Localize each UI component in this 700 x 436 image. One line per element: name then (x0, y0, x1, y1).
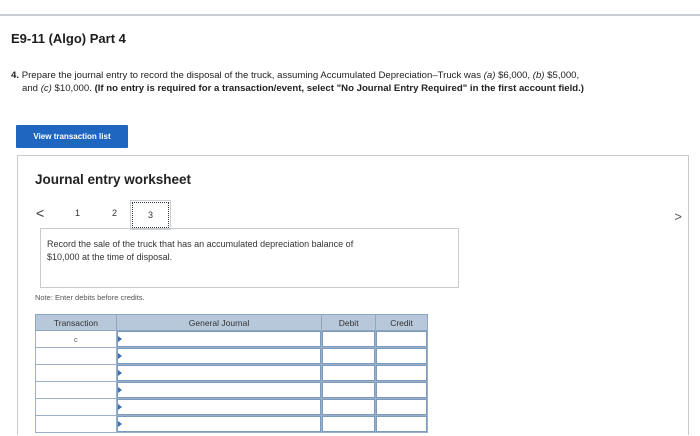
header-credit: Credit (375, 314, 428, 331)
credit-input[interactable] (375, 381, 428, 399)
dropdown-arrow-icon (117, 370, 122, 376)
dropdown-arrow-icon (117, 404, 122, 410)
worksheet-title: Journal entry worksheet (35, 172, 192, 187)
table-header-row: Transaction General Journal Debit Credit (35, 314, 428, 331)
question-line-1: 4. Prepare the journal entry to record t… (11, 70, 580, 81)
general-journal-select[interactable] (115, 364, 323, 382)
transaction-cell (35, 398, 117, 416)
page-1-tab[interactable]: 1 (75, 208, 80, 218)
debit-input[interactable] (321, 415, 377, 433)
table-row (35, 398, 428, 416)
credit-input[interactable] (375, 330, 428, 348)
general-journal-select[interactable] (115, 398, 323, 416)
debit-input[interactable] (321, 330, 377, 348)
question-text: 4. Prepare the journal entry to record t… (11, 69, 691, 95)
credit-input[interactable] (375, 364, 428, 382)
credit-input[interactable] (375, 347, 428, 365)
general-journal-select[interactable] (115, 381, 323, 399)
transaction-instruction: Record the sale of the truck that has an… (40, 228, 459, 288)
entry-note: Note: Enter debits before credits. (35, 293, 145, 302)
page-2-tab[interactable]: 2 (112, 208, 117, 218)
header-general-journal: General Journal (115, 314, 323, 331)
dropdown-arrow-icon (117, 336, 122, 342)
page-3-tab-active[interactable]: 3 (130, 200, 171, 230)
transaction-cell (35, 364, 117, 382)
question-line-2: and (c) $10,000. (If no entry is require… (22, 83, 584, 94)
chevron-left-icon[interactable]: < (36, 205, 44, 221)
chevron-right-icon[interactable]: > (674, 209, 682, 224)
transaction-cell: c (35, 330, 117, 348)
question-number: 4. (11, 70, 20, 81)
dropdown-arrow-icon (117, 421, 122, 427)
general-journal-select[interactable] (115, 415, 323, 433)
table-row (35, 381, 428, 399)
table-row (35, 347, 428, 365)
header-transaction: Transaction (35, 314, 117, 331)
transaction-cell (35, 415, 117, 433)
dropdown-arrow-icon (117, 353, 122, 359)
table-row (35, 364, 428, 382)
general-journal-select[interactable] (115, 347, 323, 365)
general-journal-select[interactable] (115, 330, 323, 348)
debit-input[interactable] (321, 381, 377, 399)
debit-input[interactable] (321, 364, 377, 382)
journal-entry-worksheet: Journal entry worksheet < 1 2 3 > Record… (17, 155, 689, 435)
transaction-cell (35, 347, 117, 365)
table-row: c (35, 330, 428, 348)
dropdown-arrow-icon (117, 387, 122, 393)
credit-input[interactable] (375, 398, 428, 416)
journal-table: Transaction General Journal Debit Credit… (35, 314, 428, 433)
table-row (35, 415, 428, 433)
transaction-cell (35, 381, 117, 399)
worksheet-pager: < 1 2 3 > (36, 200, 682, 230)
view-transaction-list-button[interactable]: View transaction list (16, 125, 128, 148)
header-debit: Debit (321, 314, 377, 331)
credit-input[interactable] (375, 415, 428, 433)
question-instruction: (If no entry is required for a transacti… (94, 83, 584, 94)
debit-input[interactable] (321, 398, 377, 416)
top-divider (0, 14, 700, 16)
page-title: E9-11 (Algo) Part 4 (11, 31, 126, 46)
debit-input[interactable] (321, 347, 377, 365)
